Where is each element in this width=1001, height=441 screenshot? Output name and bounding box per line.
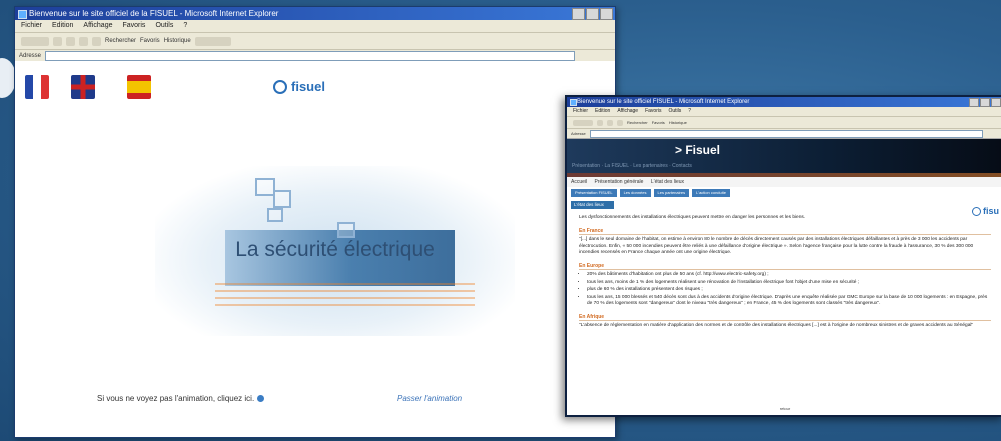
list-item: plus de 60 % des installations présenten… <box>587 287 991 294</box>
animation-help-text: Si vous ne voyez pas l'animation, clique… <box>97 394 255 403</box>
window-title: Bienvenue sur le site officiel de la FIS… <box>29 9 279 18</box>
address-label: Adresse <box>571 131 586 136</box>
tools-group[interactable] <box>194 36 231 46</box>
animation-help-link[interactable]: Si vous ne voyez pas l'animation, clique… <box>97 394 265 403</box>
favorites-button[interactable]: Favoris <box>652 120 665 125</box>
menu-bar: Fichier Edition Affichage Favoris Outils… <box>15 20 615 33</box>
fisuel-logo: fisuel <box>273 79 325 94</box>
site-banner: > Fisuel Présentation · La FISUEL · Les … <box>567 139 1001 177</box>
maximize-button[interactable] <box>586 8 599 20</box>
menu-help[interactable]: ? <box>688 107 691 116</box>
menu-fichier[interactable]: Fichier <box>21 20 42 32</box>
title-bar: Bienvenue sur le site officiel de la FIS… <box>15 7 615 20</box>
europe-list: 20% des bâtiments d'habitation ont plus … <box>579 272 991 308</box>
fr-flag-icon[interactable] <box>25 75 49 99</box>
intro-paragraph: Les dysfonctionnements des installations… <box>579 215 806 220</box>
heading-europe: En Europe <box>579 263 991 270</box>
france-paragraph: "[...] dans le seul domaine de l'habitat… <box>579 237 974 255</box>
close-button[interactable] <box>991 98 1001 107</box>
footer-link[interactable]: retour <box>567 406 1001 411</box>
list-item: tous les ans, moins de 1 % des logements… <box>587 280 991 287</box>
back-button[interactable] <box>573 119 593 126</box>
ie-icon <box>570 99 577 106</box>
globe-icon <box>971 206 981 216</box>
minimize-button[interactable] <box>969 98 979 107</box>
hero-animation: La sécurité électrique <box>155 166 515 336</box>
address-input[interactable] <box>589 129 983 138</box>
home-button[interactable] <box>92 36 101 46</box>
breadcrumb-item[interactable]: Présentation générale <box>595 179 644 185</box>
menu-affichage[interactable]: Affichage <box>83 20 112 32</box>
fisuel-logo-small: fisu <box>971 206 999 216</box>
refresh-button[interactable] <box>617 119 623 126</box>
search-button[interactable]: Rechercher <box>105 38 136 44</box>
browser-window-secondary: Bienvenue sur le site officiel FISUEL - … <box>565 95 1001 417</box>
address-input[interactable] <box>45 51 575 61</box>
logo-text: fisuel <box>291 79 325 94</box>
heading-afrique: En Afrique <box>579 314 991 321</box>
menu-outils[interactable]: Outils <box>668 107 681 116</box>
es-flag-icon[interactable] <box>127 75 151 99</box>
menu-favoris[interactable]: Favoris <box>122 20 145 32</box>
address-label: Adresse <box>19 53 42 59</box>
section-label: L'état des lieux <box>571 201 614 209</box>
breadcrumb: Accueil Présentation générale L'état des… <box>567 177 1001 187</box>
hero-square <box>255 178 275 196</box>
tab-donnees[interactable]: Les données <box>619 189 651 197</box>
forward-button[interactable] <box>53 36 62 46</box>
menu-fichier[interactable]: Fichier <box>573 107 588 116</box>
hero-square <box>337 222 355 238</box>
menu-edition[interactable]: Edition <box>595 107 610 116</box>
stop-button[interactable] <box>66 36 75 46</box>
tab-partenaires[interactable]: Les partenaires <box>653 189 690 197</box>
minimize-button[interactable] <box>572 8 585 20</box>
skip-animation-link[interactable]: Passer l'animation <box>397 394 462 403</box>
window-title: Bienvenue sur le site officiel FISUEL - … <box>577 99 750 105</box>
browser-window-main: Bienvenue sur le site officiel de la FIS… <box>14 6 616 438</box>
banner-title: > Fisuel <box>675 143 721 157</box>
history-button[interactable]: Historique <box>669 120 687 125</box>
breadcrumb-item: L'état des lieux <box>650 179 685 185</box>
tab-presentation[interactable]: Présentation FISUEL <box>571 189 617 197</box>
close-button[interactable] <box>600 8 613 20</box>
hero-square <box>273 190 291 208</box>
menu-help[interactable]: ? <box>183 20 187 32</box>
nav-tabs: Présentation FISUEL Les données Les part… <box>567 187 1001 199</box>
page-content: fisuel La sécurité électrique Si vous ne… <box>15 61 615 437</box>
history-button[interactable]: Historique <box>164 38 191 44</box>
address-bar: Adresse <box>567 129 1001 139</box>
hero-subtitle-blur <box>215 278 475 306</box>
menu-outils[interactable]: Outils <box>155 20 173 32</box>
hero-title: La sécurité électrique <box>235 238 435 261</box>
article-body: Les dysfonctionnements des installations… <box>567 211 1001 330</box>
maximize-button[interactable] <box>980 98 990 107</box>
uk-flag-icon[interactable] <box>71 75 95 99</box>
forward-button[interactable] <box>597 119 603 126</box>
tab-action[interactable]: L'action conduite <box>692 189 730 197</box>
globe-icon <box>273 79 287 94</box>
stop-button[interactable] <box>607 119 613 126</box>
help-icon <box>257 395 265 403</box>
banner-nav[interactable]: Présentation · La FISUEL · Les partenair… <box>572 163 692 169</box>
toolbar: Rechercher Favoris Historique <box>567 117 1001 129</box>
favorites-button[interactable]: Favoris <box>140 38 160 44</box>
hero-square <box>267 208 283 222</box>
title-bar: Bienvenue sur le site officiel FISUEL - … <box>567 97 1001 107</box>
list-item: 20% des bâtiments d'habitation ont plus … <box>587 272 991 279</box>
menu-bar: Fichier Edition Affichage Favoris Outils… <box>567 107 1001 117</box>
heading-france: En France <box>579 228 991 235</box>
search-button[interactable]: Rechercher <box>627 120 648 125</box>
afrique-paragraph: "L'absence de réglementation en matière … <box>579 323 974 328</box>
menu-edition[interactable]: Edition <box>52 20 73 32</box>
back-button[interactable] <box>21 36 49 46</box>
ie-icon <box>18 10 27 19</box>
breadcrumb-item[interactable]: Accueil <box>571 179 587 185</box>
menu-favoris[interactable]: Favoris <box>645 107 661 116</box>
refresh-button[interactable] <box>79 36 88 46</box>
logo-text: fisu <box>982 206 999 216</box>
menu-affichage[interactable]: Affichage <box>617 107 638 116</box>
toolbar: Rechercher Favoris Historique <box>15 33 615 50</box>
list-item: tous les ans, 15 000 blessés et 540 décè… <box>587 295 991 308</box>
banner-strip <box>567 173 1001 177</box>
